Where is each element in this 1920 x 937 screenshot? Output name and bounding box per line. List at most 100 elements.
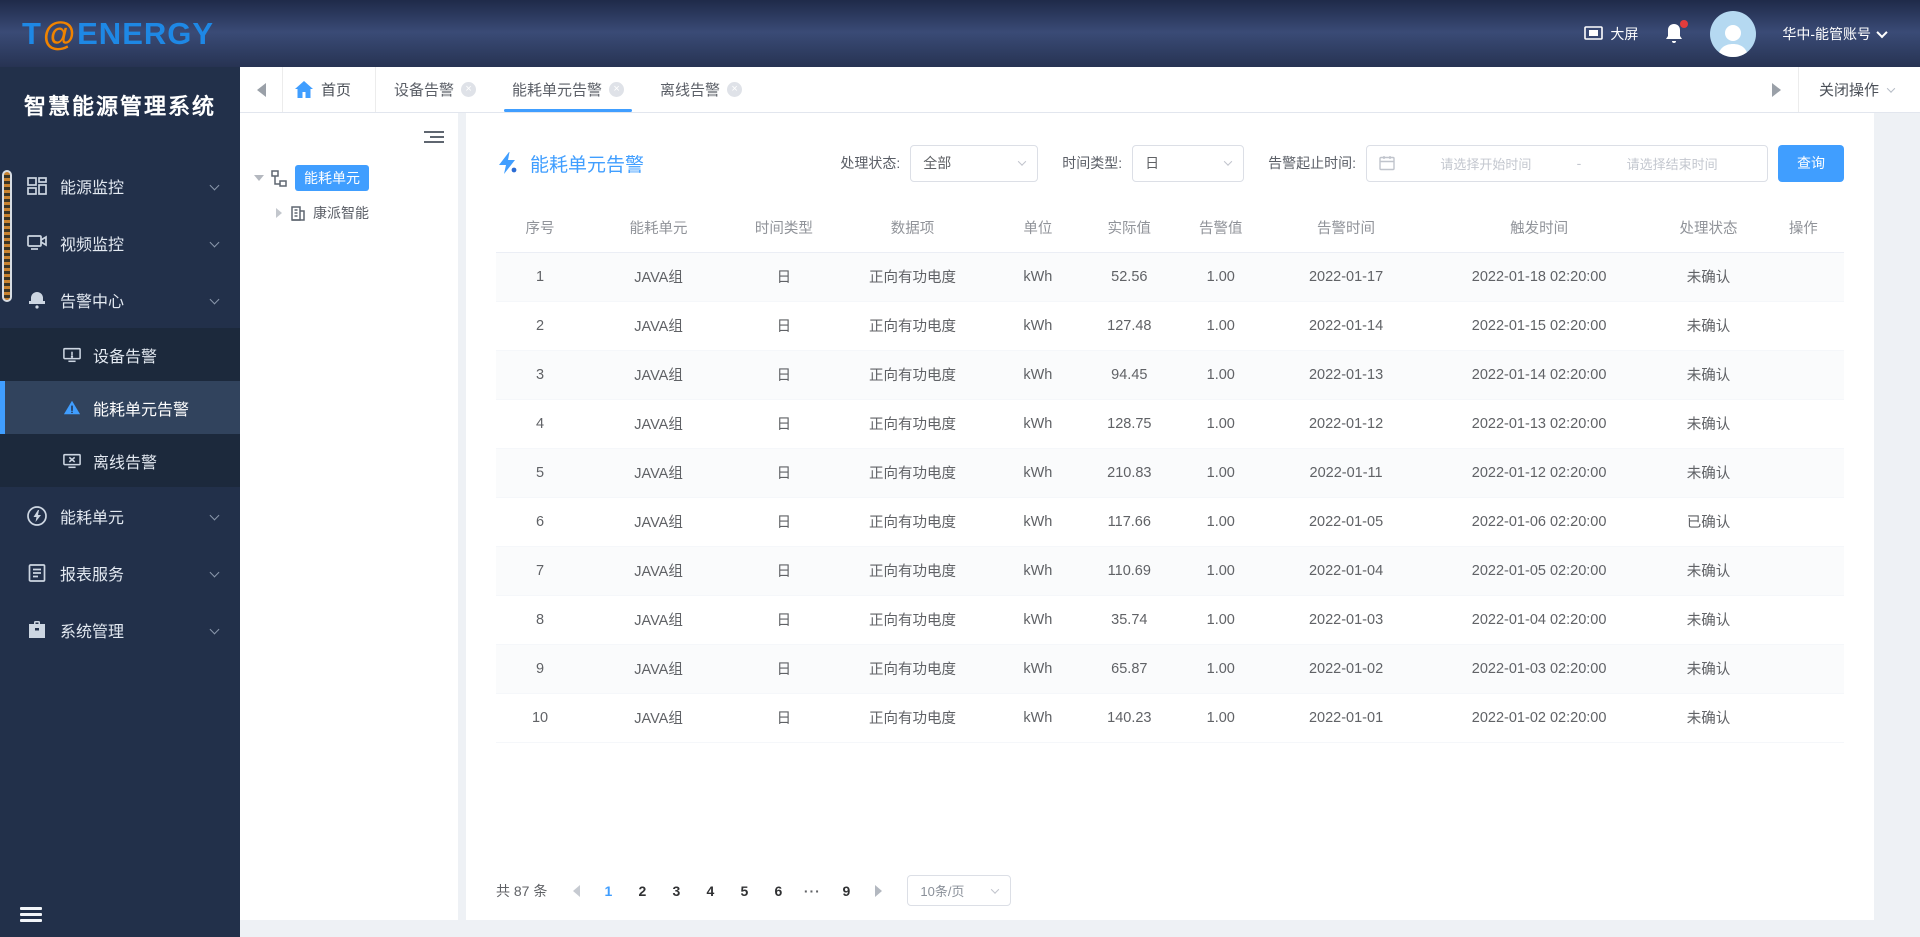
table-row: 4 JAVA组日正向有功电度 kWh 128.75 1.00 2022-01-12 2022… — [496, 399, 1844, 449]
time-type-select[interactable]: 日 — [1132, 144, 1245, 182]
tab-label: 设备告警 — [394, 82, 455, 99]
chevron-down-icon — [1886, 83, 1896, 93]
table-cell: kWh — [990, 252, 1086, 302]
table-row: 5 JAVA组日正向有功电度 kWh 210.83 1.00 2022-01-11 2022… — [496, 448, 1844, 498]
table-cell: kWh — [990, 301, 1086, 351]
tab-home[interactable]: 首页 — [282, 67, 377, 112]
app-root: T @ ENERGY 大屏 华中-能管账号 智慧能源管理系统 能源监控 视频监控… — [0, 0, 1920, 937]
big-screen-button[interactable]: 大屏 — [1584, 24, 1638, 44]
tabs-scroll-right-button[interactable] — [1756, 67, 1798, 112]
tree-node-child-label[interactable]: 康派智能 — [313, 203, 369, 223]
table-row: 3 JAVA组日正向有功电度 kWh 94.45 1.00 2022-01-13 2022-… — [496, 350, 1844, 400]
tabs-scroll-left-button[interactable] — [240, 67, 282, 112]
page-title: 能耗单元告警 — [530, 154, 645, 176]
start-time-input[interactable]: 请选择开始时间 — [1403, 154, 1569, 173]
tab-2[interactable]: 能耗单元告警 × — [494, 67, 642, 112]
sidebar-item-label: 系统管理 — [60, 623, 125, 641]
sidebar-item-8[interactable]: 报表服务 — [0, 544, 240, 601]
table-cell: 128.75 — [1085, 399, 1174, 449]
close-icon[interactable]: × — [609, 82, 625, 97]
notification-badge — [1680, 19, 1689, 28]
close-icon[interactable]: × — [727, 82, 743, 97]
table-cell: 正向有功电度 — [834, 497, 991, 547]
tree-collapse-icon[interactable] — [424, 131, 444, 145]
pagination-page-3[interactable]: 3 — [659, 877, 693, 905]
avatar[interactable] — [1710, 10, 1757, 57]
table-cell: 未确认 — [1654, 546, 1763, 596]
tree-node-root[interactable]: 能耗单元 — [254, 165, 458, 191]
sidebar-item-4[interactable]: 设备告警 — [0, 328, 240, 381]
pagination-prev-button[interactable] — [561, 877, 591, 905]
tree-node-root-label[interactable]: 能耗单元 — [295, 165, 369, 191]
pagination-ellipsis[interactable]: ··· — [795, 877, 829, 905]
sidebar-item-1[interactable]: 能源监控 — [0, 157, 240, 214]
tab-list: 设备告警 × 能耗单元告警 × 离线告警 × — [376, 67, 760, 112]
table-cell: JAVA组 — [584, 301, 734, 351]
tab-3[interactable]: 离线告警 × — [642, 67, 760, 112]
table-cell: 未确认 — [1654, 644, 1763, 694]
pagination-page-9[interactable]: 9 — [829, 877, 863, 905]
table-cell: 7 — [496, 546, 585, 596]
logo: T @ ENERGY — [22, 15, 214, 53]
pagination-page-4[interactable]: 4 — [693, 877, 727, 905]
logo-text: ENERGY — [77, 15, 215, 51]
time-type-filter-label: 时间类型: — [1062, 155, 1123, 171]
table-cell: 2022-01-01 — [1268, 693, 1424, 743]
logo-at-icon: @ — [42, 14, 77, 52]
table-cell: 1.00 — [1173, 448, 1269, 498]
pagination-page-1[interactable]: 1 — [591, 877, 625, 905]
table-cell: 正向有功电度 — [834, 252, 991, 302]
table-cell — [1762, 448, 1844, 498]
tree-node-child[interactable]: 康派智能 — [276, 203, 458, 223]
sidebar-item-9[interactable]: 系统管理 — [0, 601, 240, 658]
date-range-picker[interactable]: 请选择开始时间 - 请选择结束时间 — [1366, 144, 1768, 182]
tab-bar: 首页 设备告警 × 能耗单元告警 × 离线告警 × 关闭操作 — [240, 67, 1920, 113]
caret-right-icon[interactable] — [276, 208, 282, 218]
sidebar-menu: 能源监控 视频监控 告警中心 设备告警 能耗单元告警 离线告警能耗单元报表服务系统管理 — [0, 157, 240, 658]
pagination-page-2[interactable]: 2 — [625, 877, 659, 905]
sidebar-item-3[interactable]: 告警中心 — [0, 271, 240, 328]
table-cell — [1762, 595, 1844, 645]
table-cell: 1.00 — [1173, 252, 1269, 302]
table-cell — [1762, 252, 1844, 302]
table-cell: 已确认 — [1654, 497, 1763, 547]
sidebar-item-label: 能耗单元 — [60, 509, 125, 527]
account-menu[interactable]: 华中-能管账号 — [1782, 24, 1888, 44]
table-column-header: 实际值 — [1085, 203, 1174, 253]
sidebar-item-6[interactable]: 离线告警 — [0, 434, 240, 487]
tab-1[interactable]: 设备告警 × — [376, 67, 494, 112]
sidebar-item-2[interactable]: 视频监控 — [0, 214, 240, 271]
table-cell: 94.45 — [1085, 350, 1174, 400]
table-header-row: 序号 能耗单元 时间类型 数据项 单位 实际值 告警值 告警时间 触发时间 处理状态 操作 — [496, 203, 1844, 253]
table-cell: 1 — [496, 252, 585, 302]
time-type-select-value: 日 — [1145, 155, 1160, 171]
table-cell: 1.00 — [1173, 644, 1269, 694]
search-button[interactable]: 查询 — [1778, 144, 1844, 182]
close-icon[interactable]: × — [461, 82, 477, 97]
table-cell: JAVA组 — [584, 448, 734, 498]
pagination-page-5[interactable]: 5 — [727, 877, 761, 905]
sidebar-collapse-button[interactable] — [20, 907, 42, 923]
user-icon — [1716, 21, 1750, 57]
notification-bell[interactable] — [1664, 19, 1689, 45]
end-time-input[interactable]: 请选择结束时间 — [1589, 154, 1755, 173]
caret-down-icon[interactable] — [254, 175, 264, 181]
sidebar-item-5[interactable]: 能耗单元告警 — [0, 381, 240, 434]
table-cell: 正向有功电度 — [834, 546, 991, 596]
pagination-next-button[interactable] — [863, 877, 893, 905]
table-row: 6 JAVA组日正向有功电度 kWh 117.66 1.00 2022-01-05 2022… — [496, 497, 1844, 547]
alarm-table: 序号 能耗单元 时间类型 数据项 单位 实际值 告警值 告警时间 触发时间 处理状态 操作 1 JAV… — [496, 203, 1844, 743]
table-cell: 9 — [496, 644, 585, 694]
close-operations-dropdown[interactable]: 关闭操作 — [1797, 67, 1920, 112]
table-column-header: 数据项 — [834, 203, 991, 253]
table-cell: JAVA组 — [584, 252, 734, 302]
status-select[interactable]: 全部 — [910, 144, 1039, 182]
table-cell: 日 — [733, 595, 835, 645]
chevron-down-icon — [209, 510, 220, 521]
table-cell: 正向有功电度 — [834, 693, 991, 743]
chevron-down-icon — [1876, 26, 1888, 38]
page-size-select[interactable]: 10条/页 — [907, 875, 1012, 906]
table-cell: 2022-01-18 02:20:00 — [1423, 252, 1655, 302]
sidebar-item-7[interactable]: 能耗单元 — [0, 487, 240, 544]
pagination-page-6[interactable]: 6 — [761, 877, 795, 905]
